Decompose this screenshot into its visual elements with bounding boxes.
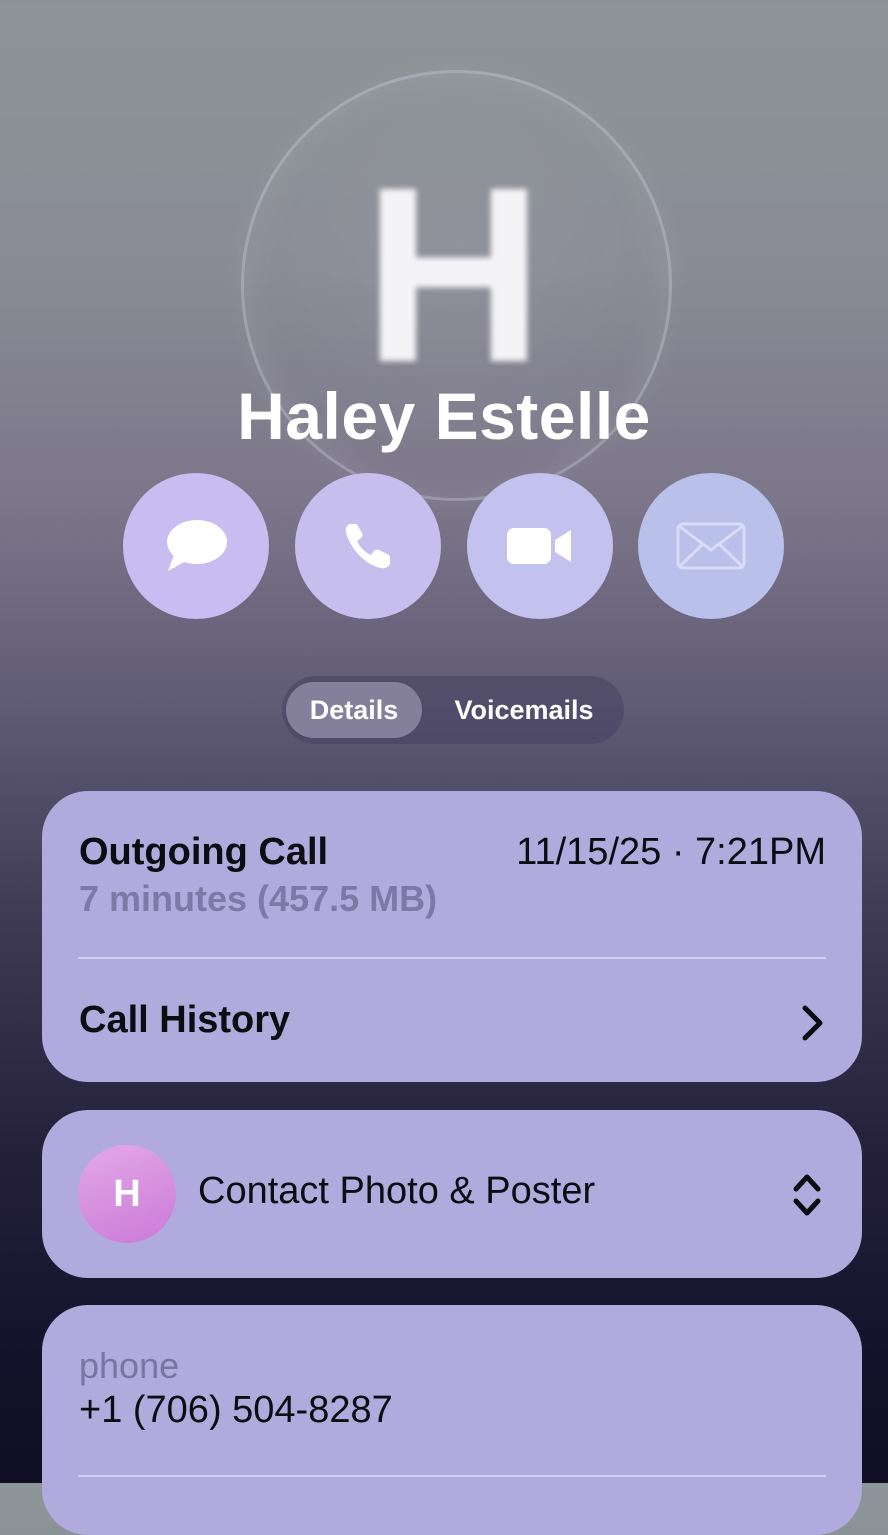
- call-history-row[interactable]: Call History: [42, 959, 862, 1082]
- avatar: H: [78, 1145, 176, 1243]
- phone-card: phone +1 (706) 504-8287: [42, 1305, 862, 1535]
- divider: [78, 1475, 826, 1477]
- call-duration: 7 minutes (457.5 MB): [79, 878, 438, 919]
- recent-call-card: Outgoing Call 11/15/25 · 7:21PM 7 minute…: [42, 791, 862, 1082]
- phone-icon: [343, 521, 393, 571]
- contact-monogram: H: [363, 135, 544, 414]
- chevron-right-icon: [802, 1005, 824, 1046]
- contact-photo-label: Contact Photo & Poster: [198, 1170, 596, 1212]
- call-button[interactable]: [295, 473, 441, 619]
- message-button[interactable]: [123, 473, 269, 619]
- contact-photo-poster-card[interactable]: H Contact Photo & Poster: [42, 1110, 862, 1278]
- tab-voicemails[interactable]: Voicemails: [428, 682, 620, 738]
- action-buttons: [123, 473, 784, 619]
- chevron-up-down-icon: [792, 1172, 822, 1223]
- details-voicemails-segmented-control: Details Voicemails: [282, 676, 624, 744]
- phone-number[interactable]: +1 (706) 504-8287: [79, 1389, 393, 1432]
- video-button[interactable]: [467, 473, 613, 619]
- mail-icon: [676, 522, 746, 570]
- contact-name: Haley Estelle: [237, 379, 651, 453]
- mail-button[interactable]: [638, 473, 784, 619]
- phone-label: phone: [79, 1345, 180, 1386]
- call-datetime: 11/15/25 · 7:21PM: [516, 831, 826, 873]
- video-camera-icon: [507, 526, 573, 566]
- message-bubble-icon: [164, 517, 228, 575]
- call-type: Outgoing Call: [79, 831, 329, 873]
- call-history-label: Call History: [79, 999, 291, 1041]
- tab-details[interactable]: Details: [286, 682, 422, 738]
